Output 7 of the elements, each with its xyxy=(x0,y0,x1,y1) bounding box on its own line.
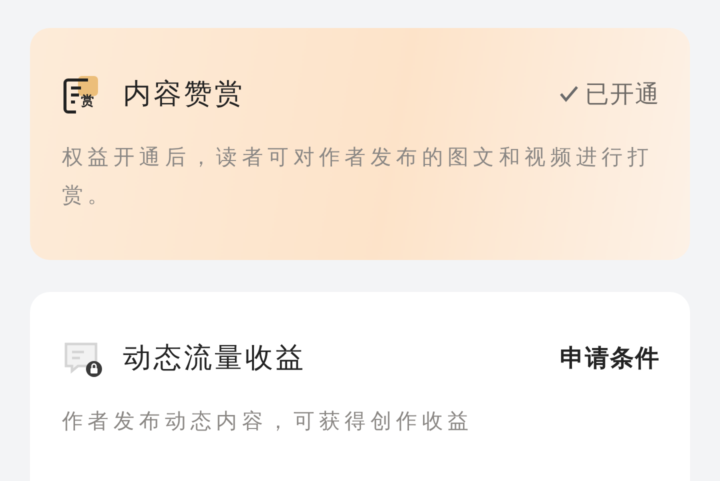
card-title: 内容赞赏 xyxy=(123,76,246,112)
status-label: 已开通 xyxy=(585,79,660,110)
conditions-link[interactable]: 申请条件 xyxy=(560,342,660,374)
card-description: 权益开通后，读者可对作者发布的图文和视频进行打赏。 xyxy=(62,144,654,209)
card-description: 作者发布动态内容，可获得创作收益 xyxy=(62,408,474,435)
check-icon xyxy=(559,85,579,103)
card-title: 动态流量收益 xyxy=(123,340,307,376)
